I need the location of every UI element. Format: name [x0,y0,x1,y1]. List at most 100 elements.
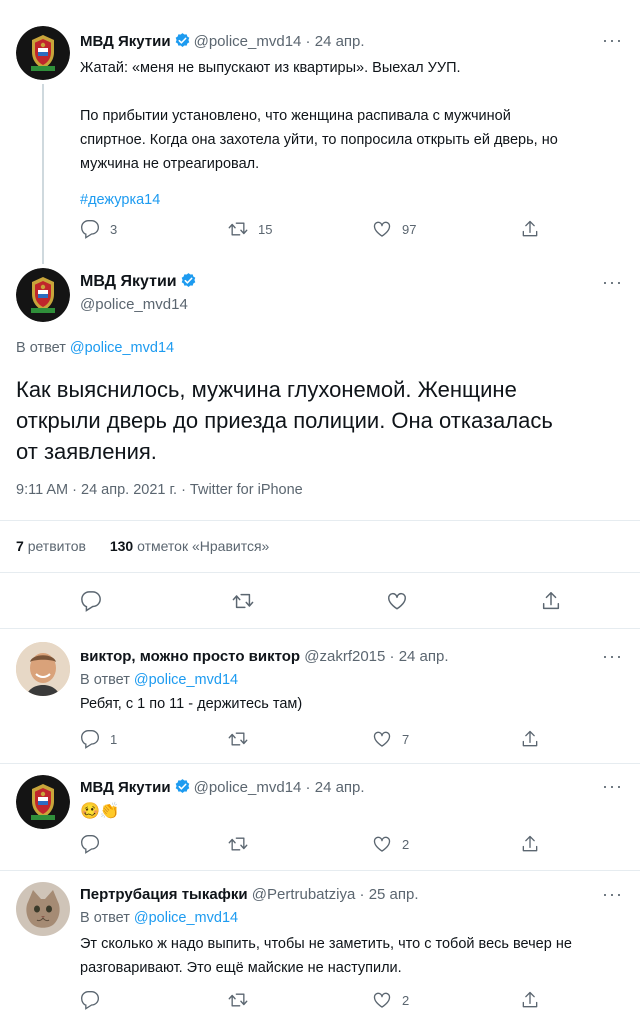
like-button[interactable]: 2 [372,834,409,854]
share-icon [520,834,540,854]
tweet-timestamp[interactable]: 9:11 AM · 24 апр. 2021 г. · Twitter for … [16,482,303,498]
tweet-text: Эт сколько ж надо выпить, чтобы не замет… [80,932,572,980]
author-name[interactable]: Пертрубация тыкафки [80,886,248,903]
like-button[interactable] [386,590,408,612]
tweet-date[interactable]: 24 апр. [315,779,365,796]
reply-button[interactable]: 3 [80,219,117,239]
author-handle[interactable]: @zakrf2015 [304,648,385,665]
avatar[interactable] [16,268,70,322]
avatar[interactable] [16,882,70,936]
more-options-icon[interactable]: ··· [602,30,623,51]
reply-to-handle[interactable]: @police_mvd14 [134,672,238,688]
like-button[interactable]: 2 [372,990,409,1010]
tweet-date[interactable]: 25 апр. [369,886,419,903]
heart-icon [372,729,392,749]
avatar[interactable] [16,26,70,80]
reply-button[interactable]: 1 [80,729,117,749]
heart-icon [386,590,408,612]
retweet-icon [228,729,248,749]
tweet-header: Пертрубация тыкафки @Pertrubatziya · 25 … [80,886,419,903]
tweet-actions: 2 [80,990,620,1014]
tweet-date[interactable]: 24 апр. [399,648,449,665]
author-name[interactable]: виктор, можно просто виктор [80,648,300,665]
author-name[interactable]: МВД Якутии [80,33,171,50]
verified-icon [174,32,191,49]
more-options-icon[interactable]: ··· [602,776,623,797]
heart-icon [372,219,392,239]
avatar[interactable] [16,775,70,829]
tweet-text-line: Как выяснилось, мужчина глухонемой. Женщ… [16,377,517,402]
retweet-button[interactable] [232,590,254,612]
author-handle[interactable]: @police_mvd14 [194,779,302,796]
reply-button[interactable] [80,834,100,854]
reply-to-handle[interactable]: @police_mvd14 [70,340,174,356]
retweet-count: 15 [258,221,273,237]
reply-button[interactable] [80,990,100,1010]
retweet-button[interactable] [228,729,248,749]
reply-icon [80,219,100,239]
tweet-text-line: от заявления. [16,439,157,464]
like-button[interactable]: 7 [372,729,409,749]
main-tweet-text: Как выяснилось, мужчина глухонемой. Женщ… [16,374,553,467]
tweet-actions: 2 [80,834,620,858]
cat-photo-icon [16,882,70,936]
author-name[interactable]: МВД Якутии [80,779,171,796]
share-icon [520,729,540,749]
tweet-header: МВД Якутии @police_mvd14 · 24 апр. [80,32,365,50]
reply-icon [80,729,100,749]
retweets-stat[interactable]: 7 ретвитов [16,538,86,554]
mvd-emblem-icon [16,268,70,322]
tweet-date[interactable]: 24 апр. [315,33,365,50]
share-button[interactable] [520,729,540,749]
heart-icon [372,990,392,1010]
tweet-header: виктор, можно просто виктор @zakrf2015 ·… [80,648,449,665]
hashtag-link[interactable]: #дежурка14 [80,188,558,212]
tweet-text-line [80,80,558,104]
tweet-text-line: Эт сколько ж надо выпить, чтобы не замет… [80,936,572,952]
avatar[interactable] [16,642,70,696]
share-button[interactable] [540,590,562,612]
author-handle[interactable]: @police_mvd14 [80,296,188,313]
reply-to-prefix: В ответ [80,910,130,926]
like-button[interactable]: 97 [372,219,416,239]
dot-separator: · [301,33,315,50]
reply-icon [80,990,100,1010]
retweet-button[interactable]: 15 [228,219,272,239]
tweet-text-line: открыли дверь до приезда полиции. Она от… [16,408,553,433]
engagement-stats: 7 ретвитов 130 отметок «Нравится» [16,538,269,554]
tweet-text-line: разговаривают. Это ещё майские не наступ… [80,960,402,976]
reply-count: 3 [110,221,118,237]
tweet-text-line: Жатай: «меня не выпускают из квартиры». … [80,60,461,76]
likes-stat[interactable]: 130 отметок «Нравится» [110,538,270,554]
author-handle[interactable]: @police_mvd14 [194,33,302,50]
more-options-icon[interactable]: ··· [602,884,623,905]
tweet-text: Жатай: «меня не выпускают из квартиры». … [80,56,558,212]
author-handle[interactable]: @Pertrubatziya [252,886,356,903]
retweets-label: ретвитов [27,538,86,554]
tweet-text: Ребят, с 1 по 11 - держитесь там) [80,696,303,712]
thread-line [42,84,44,264]
more-options-icon[interactable]: ··· [602,272,623,293]
retweet-button[interactable] [228,990,248,1010]
retweet-button[interactable] [228,834,248,854]
dot-separator: · [301,779,315,796]
reply-to-line: В ответ @police_mvd14 [16,340,174,356]
reply-to-line: В ответ @police_mvd14 [80,672,238,688]
share-button[interactable] [520,219,540,239]
more-options-icon[interactable]: ··· [602,646,623,667]
likes-label: отметок «Нравится» [137,538,270,554]
author-name[interactable]: МВД Якутии [80,273,177,290]
mvd-emblem-icon [16,775,70,829]
retweet-icon [232,590,254,612]
like-count: 7 [402,731,410,747]
tweet-actions: 3 15 97 [80,219,620,243]
share-button[interactable] [520,834,540,854]
reply-count: 1 [110,731,118,747]
dot-separator: · [385,648,399,665]
reply-to-prefix: В ответ [16,340,66,356]
share-button[interactable] [520,990,540,1010]
reply-button[interactable] [80,590,102,612]
reply-to-handle[interactable]: @police_mvd14 [134,910,238,926]
tweet-emoji: 🥴👏 [80,803,120,820]
tweet-header: МВД Якутии @police_mvd14 · 24 апр. [80,778,365,796]
